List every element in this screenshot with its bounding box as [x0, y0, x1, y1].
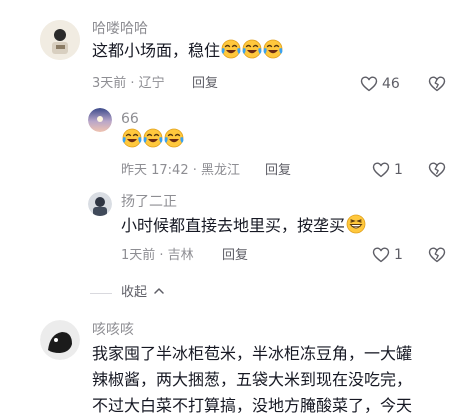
- heart-icon[interactable]: [360, 75, 378, 93]
- comment-text-line: 我家囤了半冰柜苞米，半冰柜冻豆角，一大罐: [92, 344, 413, 363]
- laughing-tears-emoji-icon: [164, 128, 184, 148]
- comment-text-line: 辣椒酱，两大捆葱，五袋大米到现在没吃完，: [92, 370, 413, 389]
- laughing-tears-emoji-icon: [263, 39, 284, 59]
- username[interactable]: 66: [121, 111, 139, 127]
- like-count: 46: [382, 76, 400, 92]
- collapse-replies-button[interactable]: 收起: [121, 285, 165, 301]
- reply-button[interactable]: 回复: [192, 76, 218, 92]
- comment-text-content: 这都小场面，稳住: [92, 41, 221, 60]
- avatar[interactable]: [40, 320, 80, 360]
- avatar[interactable]: [88, 192, 112, 216]
- dislike-icon[interactable]: [428, 161, 446, 179]
- comment-text: 小时候都直接去地里买，按垄买: [121, 214, 366, 237]
- comment-time-location: 3天前 · 辽宁: [92, 76, 165, 91]
- username[interactable]: 哈喽哈哈: [92, 21, 148, 37]
- grin-emoji-icon: [346, 214, 366, 234]
- laughing-tears-emoji-icon: [122, 128, 142, 148]
- reply-button[interactable]: 回复: [222, 248, 248, 264]
- heart-icon[interactable]: [372, 246, 390, 264]
- like-count: 1: [394, 162, 403, 178]
- username[interactable]: 扬了二正: [121, 194, 177, 210]
- laughing-tears-emoji-icon: [242, 39, 263, 59]
- heart-icon[interactable]: [372, 161, 390, 179]
- username[interactable]: 咳咳咳: [92, 322, 134, 338]
- collapse-label: 收起: [121, 285, 148, 300]
- collapse-divider: [90, 293, 112, 294]
- reply-button[interactable]: 回复: [265, 163, 291, 179]
- laughing-tears-emoji-icon: [221, 39, 242, 59]
- dislike-icon[interactable]: [428, 246, 446, 264]
- avatar[interactable]: [40, 20, 80, 60]
- comment-text: 这都小场面，稳住: [92, 39, 284, 62]
- comment-time-location: 1天前 · 吉林: [121, 248, 194, 263]
- comment-time-location: 昨天 17:42 · 黑龙江: [121, 163, 240, 178]
- comment-text-line: 不过大白菜不打算搞，没地方腌酸菜了，今天: [92, 396, 413, 415]
- dislike-icon[interactable]: [428, 75, 446, 93]
- comment-text-content: 小时候都直接去地里买，按垄买: [121, 216, 346, 235]
- laughing-tears-emoji-icon: [143, 128, 163, 148]
- avatar[interactable]: [88, 108, 112, 132]
- chevron-up-icon: [154, 288, 164, 294]
- comment-text: [121, 128, 184, 151]
- like-count: 1: [394, 247, 403, 263]
